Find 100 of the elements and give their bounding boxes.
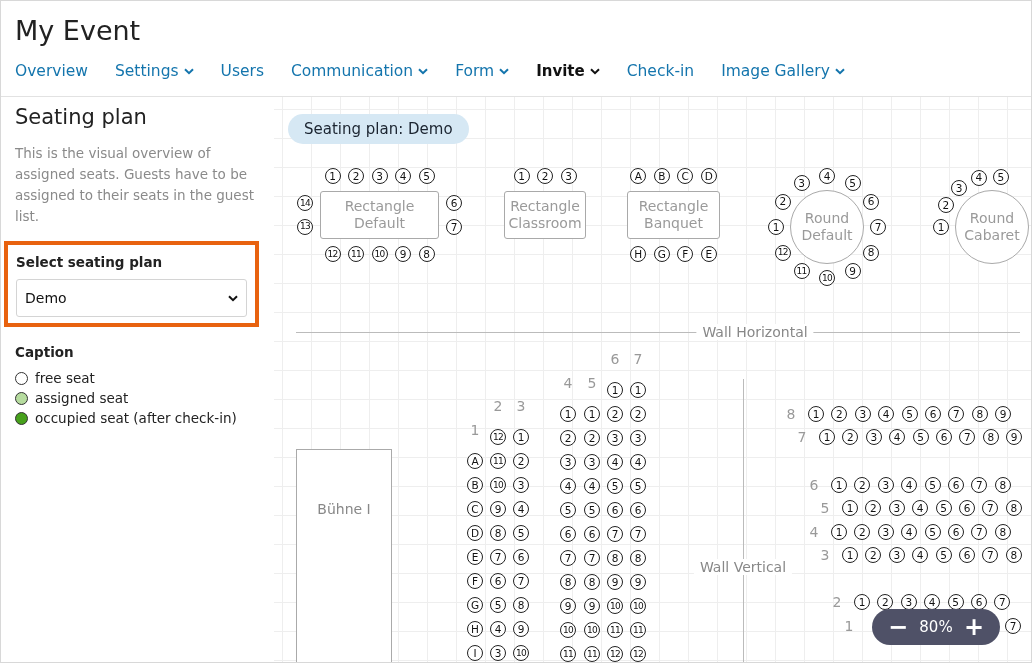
- seat: 1: [768, 219, 784, 235]
- seat: 12: [774, 244, 791, 261]
- seat: 11: [560, 646, 576, 662]
- seat: A: [630, 168, 647, 184]
- seat: 7: [971, 477, 988, 493]
- seat: 3: [793, 174, 810, 191]
- zoom-out-button[interactable]: −: [886, 615, 911, 639]
- seat: 1: [854, 594, 870, 610]
- seat: 1: [933, 219, 949, 235]
- seat: 13: [297, 218, 313, 235]
- seat: E: [467, 549, 483, 565]
- seat: 4: [630, 454, 646, 470]
- seat: 12: [490, 429, 506, 445]
- legend-label: occupied seat (after check-in): [35, 410, 237, 426]
- table-label: Rectangle Banquet: [637, 198, 710, 232]
- seat: 4: [889, 429, 906, 445]
- seat: 8: [994, 477, 1011, 493]
- seat: 6: [513, 549, 529, 565]
- seat: B: [467, 477, 483, 493]
- seat: 10: [371, 246, 388, 262]
- seat: B: [653, 168, 670, 184]
- seat: 6: [584, 526, 600, 542]
- seat: 2: [842, 429, 859, 445]
- caption-heading: Caption: [15, 344, 74, 360]
- seat: 4: [901, 524, 918, 540]
- seat: 3: [560, 454, 576, 470]
- nav-tab[interactable]: Check-in: [626, 62, 695, 80]
- seat: A: [467, 453, 483, 469]
- nav-tab[interactable]: Image Gallery: [721, 62, 845, 80]
- wall-label: Wall Vertical: [693, 559, 793, 575]
- seat: 5: [607, 478, 623, 494]
- plan-select[interactable]: Demo: [16, 279, 247, 317]
- seat-legend-icon: [15, 411, 28, 425]
- seat: 6: [936, 429, 952, 445]
- seat: 6: [971, 594, 987, 610]
- row-number: 7: [633, 351, 643, 367]
- chevron-down-icon: [228, 294, 238, 302]
- seat: 4: [395, 168, 411, 184]
- seat: 10: [513, 645, 529, 661]
- seat: 6: [607, 502, 623, 518]
- seat: 3: [490, 645, 506, 661]
- seat: 5: [992, 168, 1009, 185]
- seat: 7: [1005, 618, 1021, 634]
- seat: 9: [560, 598, 576, 614]
- seat: 6: [490, 573, 506, 589]
- seat: 5: [584, 502, 600, 518]
- seat: 14: [297, 195, 313, 212]
- seat: 10: [819, 270, 835, 286]
- seat: 8: [982, 429, 999, 445]
- seat: 8: [584, 574, 600, 590]
- seat: 8: [560, 574, 576, 590]
- seat: 8: [607, 550, 623, 566]
- seat: 10: [490, 477, 506, 493]
- seat: 5: [513, 525, 529, 541]
- nav-tab[interactable]: Invite: [536, 62, 600, 80]
- seat: 4: [819, 168, 835, 184]
- seat: 3: [888, 500, 905, 516]
- zoom-level: 80%: [919, 618, 953, 636]
- seat: 1: [819, 429, 835, 445]
- seat: 4: [513, 501, 529, 517]
- nav-tab[interactable]: Users: [220, 62, 264, 80]
- seat: 10: [584, 622, 600, 638]
- row-number: 5: [587, 375, 597, 391]
- nav-tab[interactable]: Communication: [290, 62, 429, 80]
- seat: 4: [607, 454, 623, 470]
- seat: 1: [513, 168, 530, 184]
- seat: 7: [994, 594, 1011, 610]
- seat: 8: [1005, 500, 1022, 516]
- row-number: 8: [786, 406, 796, 422]
- seat: 1: [842, 500, 858, 516]
- seat: 7: [513, 573, 529, 589]
- seat: 9: [995, 406, 1012, 422]
- wall-label: Wall Horizontal: [696, 324, 814, 340]
- seat: F: [677, 246, 694, 262]
- nav-tab[interactable]: Overview: [15, 62, 88, 80]
- seat: 8: [1005, 547, 1022, 563]
- seat: D: [700, 168, 717, 184]
- zoom-in-button[interactable]: +: [961, 615, 986, 639]
- seat: 2: [774, 193, 791, 210]
- seat: 1: [560, 406, 576, 422]
- seat: 9: [395, 246, 411, 262]
- seat: 9: [490, 501, 506, 517]
- seat: 11: [348, 246, 364, 262]
- seat: 3: [865, 429, 882, 445]
- seat: 4: [560, 478, 576, 494]
- table-label: Rectangle Default: [343, 198, 416, 232]
- nav-tab[interactable]: Settings: [115, 62, 194, 80]
- seat: 5: [630, 478, 646, 494]
- seat: 2: [513, 453, 529, 469]
- seat: 3: [584, 454, 600, 470]
- seat-legend-icon: [15, 371, 28, 385]
- seat: 2: [584, 430, 600, 446]
- row-number: 4: [563, 375, 573, 391]
- nav-tab[interactable]: Form: [455, 62, 510, 80]
- seat: 6: [630, 502, 646, 518]
- seat: 10: [607, 598, 623, 614]
- seat: 2: [607, 406, 623, 422]
- seat: I: [467, 645, 483, 661]
- seat: 9: [1006, 429, 1023, 445]
- panel-heading: Seating plan: [15, 105, 147, 129]
